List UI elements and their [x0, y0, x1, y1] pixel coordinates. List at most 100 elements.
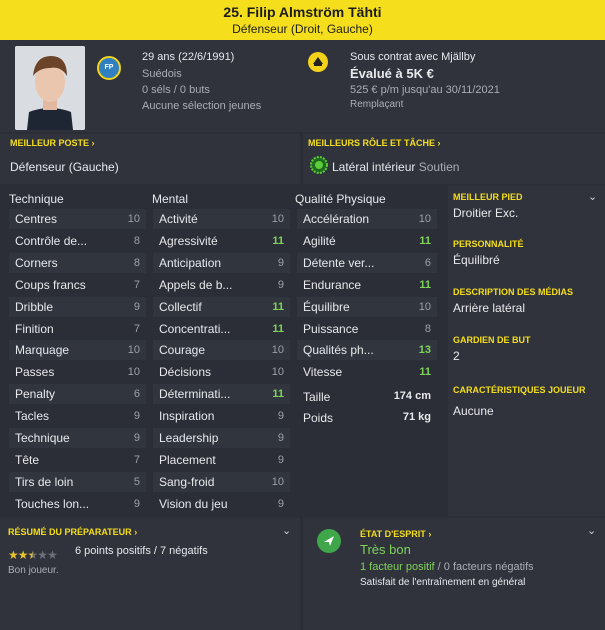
best-role-panel: MEILLEURS RÔLE ET TÂCHE › Latéral intéri… [303, 134, 605, 184]
attribute-row[interactable]: Tacles 9 [9, 406, 146, 426]
attribute-row[interactable]: Agressivité 11 [153, 231, 290, 251]
attribute-row[interactable]: Agilité 11 [297, 231, 437, 251]
attribute-name: Activité [159, 212, 198, 226]
attribute-row[interactable]: Marquage 10 [9, 340, 146, 361]
player-name[interactable]: 25. Filip Almström Tähti [0, 0, 605, 20]
attribute-row[interactable]: Vitesse 11 [297, 362, 437, 382]
attribute-name: Tacles [15, 409, 50, 424]
attribute-row[interactable]: Penalty 6 [9, 384, 146, 405]
attribute-name: Contrôle de... [15, 233, 88, 248]
attribute-row[interactable]: Courage 10 [153, 340, 290, 361]
attribute-row[interactable]: Endurance 11 [297, 275, 437, 295]
attribute-row[interactable]: Tirs de loin 5 [9, 471, 146, 492]
chevron-right-icon: › [91, 138, 95, 148]
attribute-row[interactable]: Technique 9 [9, 428, 146, 448]
attribute-name: Accélération [303, 212, 370, 226]
height-row: Taille 174 cm [297, 387, 437, 407]
player-photo [15, 46, 85, 130]
attribute-row[interactable]: Finition 7 [9, 319, 146, 339]
attribute-name: Leadership [159, 431, 219, 445]
attribute-value: 11 [419, 366, 431, 379]
attribute-value: 8 [424, 322, 431, 335]
height-label: Taille [303, 390, 331, 404]
attribute-row[interactable]: Activité 10 [153, 209, 290, 229]
attribute-value: 7 [133, 322, 140, 335]
attribute-value: 9 [133, 432, 140, 444]
attribute-row[interactable]: Passes 10 [9, 362, 146, 382]
player-traits-value: Aucune [453, 404, 494, 418]
contract-club[interactable]: Sous contrat avec Mjällby [350, 51, 475, 63]
chevron-down-icon[interactable]: ⌄ [588, 190, 597, 203]
negative-factors[interactable]: 0 facteurs négatifs [444, 561, 534, 573]
best-position-panel: MEILLEUR POSTE › Défenseur (Gauche) [0, 134, 300, 184]
attribute-row[interactable]: Placement 9 [153, 450, 290, 470]
attribute-row[interactable]: Corners 8 [9, 252, 146, 273]
attribute-value: 10 [127, 366, 140, 379]
squad-status: Remplaçant [350, 99, 404, 110]
attribute-row[interactable]: Qualités ph... 13 [297, 340, 437, 361]
attribute-row[interactable]: Détente ver... 6 [297, 252, 437, 273]
coach-report-panel: RÉSUMÉ DU PRÉPARATEUR › ⌄ ★★★★★ 6 points… [0, 518, 300, 630]
attribute-row[interactable]: Touches lon... 9 [9, 494, 146, 514]
best-role-duty: Soutien [418, 160, 460, 174]
attribute-value: 9 [277, 278, 284, 291]
star-icon: ★ [37, 548, 48, 562]
attribute-name: Puissance [303, 321, 359, 336]
attribute-row[interactable]: Anticipation 9 [153, 252, 290, 273]
attribute-value: 10 [271, 366, 284, 379]
best-position-link[interactable]: MEILLEUR POSTE › [10, 138, 95, 148]
chevron-down-icon[interactable]: ⌄ [587, 524, 596, 537]
best-role-link[interactable]: MEILLEURS RÔLE ET TÂCHE › [308, 138, 441, 148]
player-nationality[interactable]: Suédois [142, 68, 182, 80]
player-positions: Défenseur (Droit, Gauche) [232, 22, 373, 36]
morale-state: Très bon [360, 542, 411, 557]
attribute-name: Tirs de loin [15, 474, 74, 489]
attribute-row[interactable]: Accélération 10 [297, 209, 437, 229]
attribute-row[interactable]: Dribble 9 [9, 296, 146, 317]
attribute-row[interactable]: Leadership 9 [153, 428, 290, 448]
attribute-value: 11 [272, 388, 284, 401]
attribute-row[interactable]: Tête 7 [9, 450, 146, 470]
attribute-value: 11 [272, 300, 284, 313]
attribute-row[interactable]: Équilibre 10 [297, 296, 437, 317]
attribute-name: Déterminati... [159, 387, 231, 402]
club-crest-icon[interactable] [308, 52, 328, 72]
player-youth-caps: Aucune sélection jeunes [142, 100, 262, 112]
attribute-row[interactable]: Décisions 10 [153, 362, 290, 382]
attribute-name: Corners [15, 255, 58, 270]
positive-factors[interactable]: 1 facteur positif [360, 561, 435, 573]
attribute-row[interactable]: Coups francs 7 [9, 275, 146, 295]
attribute-row[interactable]: Sang-froid 10 [153, 471, 290, 492]
attribute-value: 9 [133, 300, 140, 313]
attribute-row[interactable]: Collectif 11 [153, 296, 290, 317]
media-description-label: DESCRIPTION DES MÉDIAS [453, 287, 574, 297]
attribute-name: Sang-froid [159, 474, 215, 489]
attribute-row[interactable]: Inspiration 9 [153, 406, 290, 426]
attribute-row[interactable]: Centres 10 [9, 209, 146, 229]
attribute-name: Décisions [159, 365, 212, 380]
attribute-name: Dribble [15, 299, 54, 314]
attribute-name: Équilibre [303, 299, 350, 314]
media-description-value: Arrière latéral [453, 301, 526, 315]
chevron-down-icon[interactable]: ⌄ [282, 524, 291, 537]
attribute-name: Finition [15, 321, 54, 336]
attribute-row[interactable]: Déterminati... 11 [153, 384, 290, 405]
goalkeeper-label: GARDIEN DE BUT [453, 335, 531, 345]
chevron-right-icon: › [437, 138, 441, 148]
player-status-badge[interactable]: FP [97, 56, 121, 80]
best-foot-value: Droitier Exc. [453, 206, 519, 220]
attribute-row[interactable]: Puissance 8 [297, 319, 437, 339]
attribute-name: Vision du jeu [159, 496, 228, 511]
morale-link[interactable]: ÉTAT D'ESPRIT › [360, 529, 431, 539]
attribute-row[interactable]: Vision du jeu 9 [153, 494, 290, 514]
morale-panel: ÉTAT D'ESPRIT › ⌄ Très bon 1 facteur pos… [303, 518, 605, 630]
attribute-row[interactable]: Appels de b... 9 [153, 275, 290, 295]
attribute-row[interactable]: Concentrati... 11 [153, 319, 290, 339]
attribute-name: Vitesse [303, 365, 343, 380]
coach-note: Bon joueur. [8, 565, 59, 576]
attribute-name: Coups francs [15, 277, 86, 292]
attribute-row[interactable]: Contrôle de... 8 [9, 231, 146, 251]
attribute-value: 11 [272, 234, 284, 247]
attributes-panel: Technique Mental Qualité Physique Centre… [0, 186, 445, 516]
coach-report-link[interactable]: RÉSUMÉ DU PRÉPARATEUR › [8, 527, 137, 537]
